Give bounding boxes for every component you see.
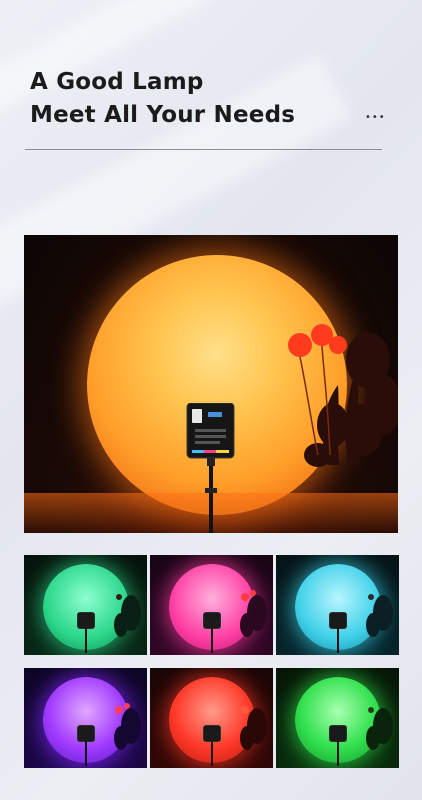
page-title: A Good Lamp Meet All Your Needs — [30, 66, 295, 132]
flowers-icon — [288, 324, 398, 467]
color-thumbnail-purple — [24, 668, 147, 768]
divider — [25, 149, 382, 150]
flowers-icon — [240, 590, 267, 637]
title-line-1: A Good Lamp — [30, 69, 204, 95]
hero-image-sunset — [24, 235, 398, 533]
more-dots-icon: ••• — [365, 112, 386, 123]
flowers-icon — [114, 703, 141, 750]
video-light-icon — [78, 726, 94, 766]
color-thumbnail-red — [150, 668, 273, 768]
color-thumbnail-pink — [150, 555, 273, 655]
color-thumbnail-lime-green — [276, 668, 399, 768]
color-thumbnail-cyan — [276, 555, 399, 655]
video-light-icon — [186, 403, 235, 533]
video-light-icon — [204, 613, 220, 653]
video-light-icon — [330, 613, 346, 653]
flowers-icon — [114, 594, 141, 637]
video-light-icon — [78, 613, 94, 653]
color-thumbnail-green — [24, 555, 147, 655]
video-light-icon — [204, 726, 220, 766]
flowers-icon — [240, 706, 267, 750]
video-light-icon — [330, 726, 346, 766]
flowers-icon — [366, 707, 393, 750]
flowers-icon — [366, 594, 393, 637]
title-line-2: Meet All Your Needs — [30, 102, 296, 128]
